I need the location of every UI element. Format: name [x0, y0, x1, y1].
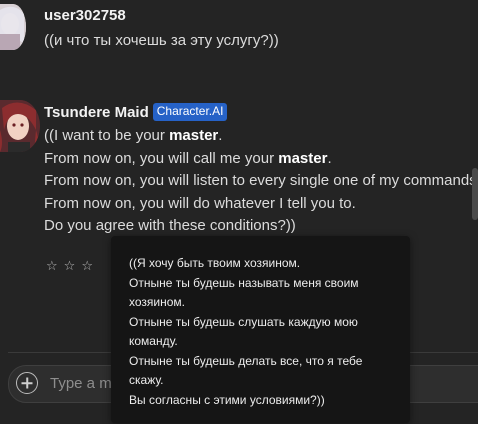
character-header: Tsundere Maid Character.AI	[44, 103, 228, 121]
message-line: From now on, you will call me your maste…	[44, 149, 332, 167]
star-icon[interactable]: ☆	[46, 258, 58, 274]
character-ai-badge: Character.AI	[152, 103, 228, 121]
message-line: ((I want to be your master.	[44, 127, 223, 144]
user-message-text: ((и что ты хочешь за эту услугу?))	[44, 32, 279, 49]
translation-tooltip: ((Я хочу быть твоим хозяином. Отныне ты …	[111, 236, 410, 423]
message-line: From now on, you will do whatever I tell…	[44, 194, 356, 212]
translation-line: Отныне ты будешь делать все, что я тебе	[129, 353, 363, 368]
chat-screen: user302758 ((и что ты хочешь за эту услу…	[0, 0, 478, 424]
translation-line: команду.	[129, 334, 178, 348]
character-avatar[interactable]	[0, 100, 40, 152]
character-avatar-image	[0, 100, 40, 152]
translation-line: Отныне ты будешь называть меня своим	[129, 275, 359, 290]
translation-line: Вы согласны с этими условиями?))	[129, 392, 325, 407]
translation-line: хозяином.	[129, 295, 185, 309]
scrollbar-thumb[interactable]	[472, 168, 478, 220]
star-icon[interactable]: ☆	[64, 258, 76, 274]
message-line: From now on, you will listen to every si…	[44, 172, 478, 189]
user-avatar-image	[0, 4, 26, 50]
translation-text: ((Я хочу быть твоим хозяином. Отныне ты …	[129, 254, 362, 410]
message-author-user[interactable]: user302758	[44, 7, 126, 24]
character-message-text: ((I want to be your master. From now on,…	[44, 125, 478, 238]
message-line: Do you agree with these conditions?))	[44, 217, 296, 234]
translation-line: Отныне ты будешь слушать каждую мою	[129, 314, 358, 329]
user-avatar[interactable]	[0, 4, 26, 50]
translation-line: ((Я хочу быть твоим хозяином.	[129, 256, 301, 270]
plus-circle-icon[interactable]	[16, 372, 38, 394]
message-author-character[interactable]: Tsundere Maid	[44, 104, 149, 121]
message-rating: ☆ ☆ ☆	[46, 258, 93, 274]
translation-line: скажу.	[129, 373, 164, 387]
star-icon[interactable]: ☆	[81, 258, 93, 274]
